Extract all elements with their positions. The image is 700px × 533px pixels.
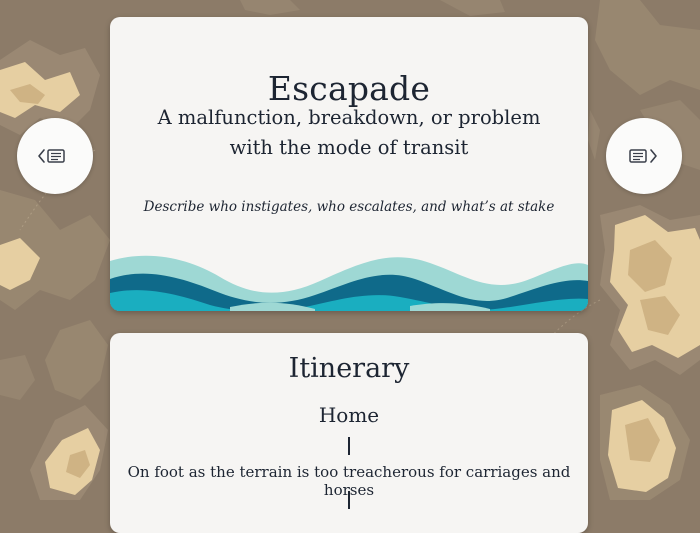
- escapade-card: Escapade A malfunction, breakdown, or pr…: [110, 17, 588, 311]
- next-card-button[interactable]: [606, 118, 682, 194]
- wave-decoration: [110, 255, 588, 311]
- card-subtitle: A malfunction, breakdown, or problem wit…: [157, 106, 541, 159]
- itinerary-title: Itinerary: [288, 353, 410, 384]
- chevron-left-card-icon: [38, 149, 65, 163]
- itinerary-connector: [348, 437, 350, 455]
- itinerary-connector: [348, 491, 350, 509]
- card-chevron-right-icon: [629, 149, 657, 163]
- itinerary-start-stop: Home: [318, 403, 380, 427]
- itinerary-card: Itinerary Home On foot as the terrain is…: [110, 333, 588, 533]
- previous-card-button[interactable]: [17, 118, 93, 194]
- card-prompt: Describe who instigates, who escalates, …: [143, 199, 555, 215]
